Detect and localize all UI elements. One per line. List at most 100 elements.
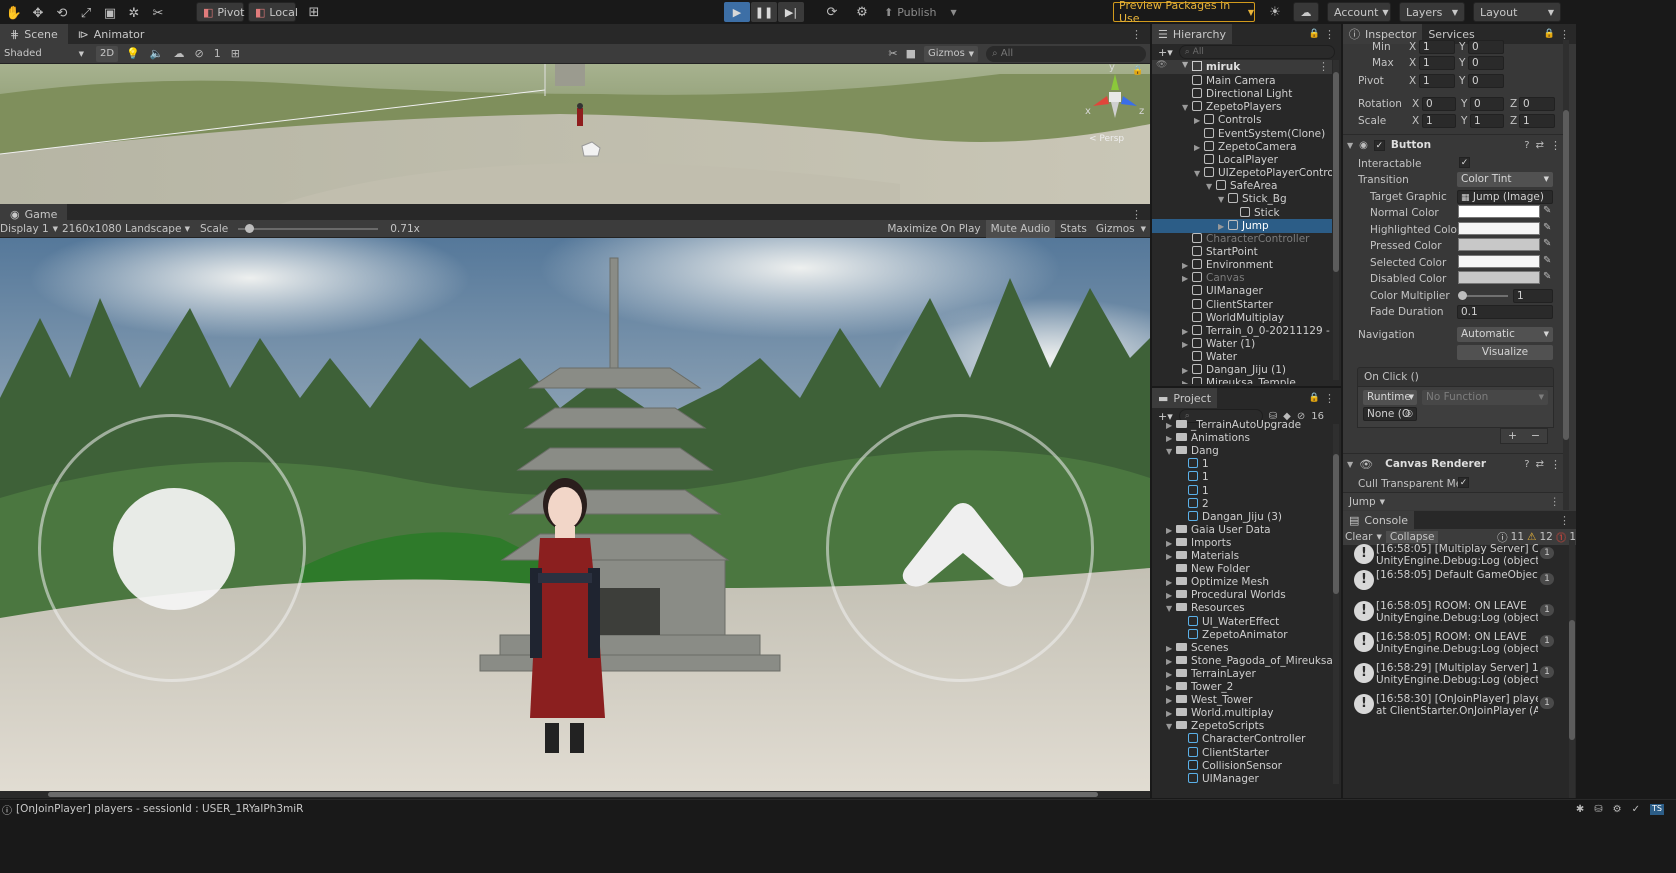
chevron-right-icon[interactable]: ▶ xyxy=(1182,377,1192,384)
hierarchy-item[interactable]: ▶ Dangan_Jiju (1) xyxy=(1152,363,1332,377)
rect-tool-icon[interactable]: ▣ xyxy=(98,3,122,23)
project-folder[interactable]: ▶ Procedural Worlds xyxy=(1152,588,1332,602)
help-icon[interactable]: ? xyxy=(1524,459,1529,470)
project-scrollbar-thumb[interactable] xyxy=(1333,454,1339,594)
hierarchy-scrollbar[interactable] xyxy=(1333,60,1339,380)
eyedropper-icon[interactable]: ✎ xyxy=(1543,271,1551,282)
grid-icon[interactable]: ⊞ xyxy=(231,47,240,60)
help-icon[interactable]: ? xyxy=(1524,140,1529,151)
more-options-icon[interactable]: ⋮ xyxy=(1550,139,1561,152)
gizmos-dropdown[interactable]: Gizmos ▼ xyxy=(924,45,978,62)
pivot-y-field[interactable]: 0 xyxy=(1468,74,1504,88)
project-folder[interactable]: ▶ Gaia User Data xyxy=(1152,523,1332,537)
chevron-down-icon[interactable]: ▼ xyxy=(1182,60,1188,69)
hierarchy-item[interactable]: StartPoint xyxy=(1152,245,1332,259)
visualize-button[interactable]: Visualize xyxy=(1457,345,1553,360)
function-dropdown[interactable]: No Function ▼ xyxy=(1422,390,1548,405)
project-folder[interactable]: ▶ Scenes xyxy=(1152,641,1332,655)
project-folder[interactable]: ▶ World.multiplay xyxy=(1152,706,1332,720)
scale-slider[interactable] xyxy=(238,223,379,233)
anchor-max-x-field[interactable]: 1 xyxy=(1419,56,1455,70)
console-message[interactable]: ![16:58:30] [OnJoinPlayer] players - ses… xyxy=(1348,691,1538,721)
build-icon[interactable]: ⚙ xyxy=(850,2,874,22)
color-multiplier-slider[interactable] xyxy=(1460,295,1508,297)
tab-console[interactable]: ▤ Console xyxy=(1343,511,1415,529)
hierarchy-scrollbar-thumb[interactable] xyxy=(1333,72,1339,272)
project-asset[interactable]: UIManager xyxy=(1152,772,1332,786)
hidden-objects-icon[interactable]: ⊘ xyxy=(194,47,203,60)
effects-icon[interactable]: ☁ xyxy=(173,47,184,60)
project-asset[interactable]: UI_WaterEffect xyxy=(1152,615,1332,629)
hierarchy-item[interactable]: UIManager xyxy=(1152,284,1332,298)
grid-snap-icon[interactable]: ⊞ xyxy=(302,2,326,22)
hierarchy-item[interactable]: LocalPlayer xyxy=(1152,153,1332,167)
joystick-stick[interactable] xyxy=(113,488,235,610)
console-message[interactable]: ! [16:58:05] ROOM: ON LEAVE UnityEngine.De… xyxy=(1348,598,1538,628)
pivot-toggle[interactable]: ◧ Pivot xyxy=(196,2,244,22)
eyedropper-icon[interactable]: ✎ xyxy=(1543,255,1551,266)
game-viewport[interactable] xyxy=(0,238,1150,798)
tab-scene[interactable]: ⋕ Scene xyxy=(0,24,68,44)
anchor-max-y-field[interactable]: 0 xyxy=(1468,56,1504,70)
inspector-scrollbar[interactable] xyxy=(1563,40,1569,510)
rotate-tool-icon[interactable]: ⟲ xyxy=(50,3,74,23)
hierarchy-item[interactable]: WorldMultiplay xyxy=(1152,311,1332,325)
project-asset[interactable]: Dangan_Jiju (3) xyxy=(1152,510,1332,524)
project-folder[interactable]: ▶ West_Tower xyxy=(1152,693,1332,707)
more-options-icon[interactable]: ⋮ xyxy=(1131,28,1142,41)
cloud-button[interactable]: ☁ xyxy=(1293,2,1319,22)
scene-search-input[interactable]: ⌕ All xyxy=(986,45,1146,62)
hierarchy-item[interactable]: ▶ Jump xyxy=(1152,218,1332,233)
navigation-dropdown[interactable]: Automatic ▼ xyxy=(1457,327,1553,342)
publish-button[interactable]: ⬆ Publish ▼ xyxy=(884,2,957,22)
lighting-icon[interactable]: 💡 xyxy=(126,47,140,60)
lock-icon[interactable]: 🔒 xyxy=(1544,29,1555,39)
scale-tool-icon[interactable]: ⤢ xyxy=(74,3,98,23)
eyedropper-icon[interactable]: ✎ xyxy=(1543,238,1551,249)
chevron-down-icon[interactable]: ▼ xyxy=(1347,141,1353,150)
mute-audio-toggle[interactable]: Mute Audio xyxy=(985,219,1056,238)
project-asset[interactable]: 1 xyxy=(1152,457,1332,471)
hierarchy-item[interactable]: ▼ ZepetoPlayers xyxy=(1152,100,1332,114)
add-listener-icon[interactable]: + xyxy=(1508,429,1517,443)
hand-tool-icon[interactable]: ✋ xyxy=(2,3,26,23)
transform-tool-icon[interactable]: ✲ xyxy=(122,3,146,23)
eyedropper-icon[interactable]: ✎ xyxy=(1543,205,1551,216)
project-folder[interactable]: ▼ ZepetoScripts xyxy=(1152,719,1332,733)
project-folder[interactable]: ▶ Animations xyxy=(1152,431,1332,445)
pivot-x-field[interactable]: 1 xyxy=(1419,74,1455,88)
project-asset[interactable]: CharacterController xyxy=(1152,732,1332,746)
rotation-y-field[interactable]: 0 xyxy=(1470,97,1504,111)
pause-button[interactable]: ❚❚ xyxy=(751,2,777,22)
hierarchy-item[interactable]: ▶ Controls xyxy=(1152,113,1332,127)
project-folder[interactable]: ▶ Optimize Mesh xyxy=(1152,575,1332,589)
more-options-icon[interactable]: ⋮ xyxy=(1559,514,1570,527)
typescript-icon[interactable]: TS xyxy=(1650,803,1664,815)
hierarchy-item[interactable]: ▶ Terrain_0_0-20211129 - xyxy=(1152,324,1332,338)
hierarchy-item[interactable]: EventSystem(Clone) xyxy=(1152,127,1332,141)
error-toggle-icon[interactable]: ⓵ xyxy=(1556,530,1567,545)
lock-icon[interactable]: 🔒 xyxy=(1132,66,1143,76)
highlighted-color-swatch[interactable] xyxy=(1458,222,1540,235)
disabled-color-swatch[interactable] xyxy=(1458,271,1540,284)
project-folder[interactable]: ▼ Resources xyxy=(1152,601,1332,615)
normal-color-swatch[interactable] xyxy=(1458,205,1540,218)
visibility-icon[interactable]: 👁 xyxy=(1156,60,1167,70)
tools-icon[interactable]: ✂ xyxy=(888,47,897,60)
more-options-icon[interactable]: ⋮ xyxy=(1318,60,1329,73)
more-options-icon[interactable]: ⋮ xyxy=(1550,458,1561,471)
hierarchy-item[interactable]: CharacterController xyxy=(1152,232,1332,246)
status-message[interactable]: [OnJoinPlayer] players - sessionId : USE… xyxy=(16,803,303,815)
bug-icon[interactable]: ✱ xyxy=(1576,804,1584,815)
selected-color-swatch[interactable] xyxy=(1458,255,1540,268)
tab-project[interactable]: ▬ Project xyxy=(1152,388,1218,408)
console-message[interactable]: ![16:58:29] [Multiplay Server] 14188 Pro… xyxy=(1348,660,1538,690)
scale-z-field[interactable]: 1 xyxy=(1519,114,1555,128)
hierarchy-item[interactable]: Directional Light xyxy=(1152,87,1332,101)
fade-duration-field[interactable]: 0.1 xyxy=(1457,305,1553,319)
hierarchy-item[interactable]: Water xyxy=(1152,350,1332,364)
color-multiplier-field[interactable]: 1 xyxy=(1513,289,1553,303)
project-folder[interactable]: ▶ Tower_2 xyxy=(1152,680,1332,694)
toggle-2d-button[interactable]: 2D xyxy=(96,45,119,62)
hierarchy-item[interactable]: ClientStarter xyxy=(1152,298,1332,312)
